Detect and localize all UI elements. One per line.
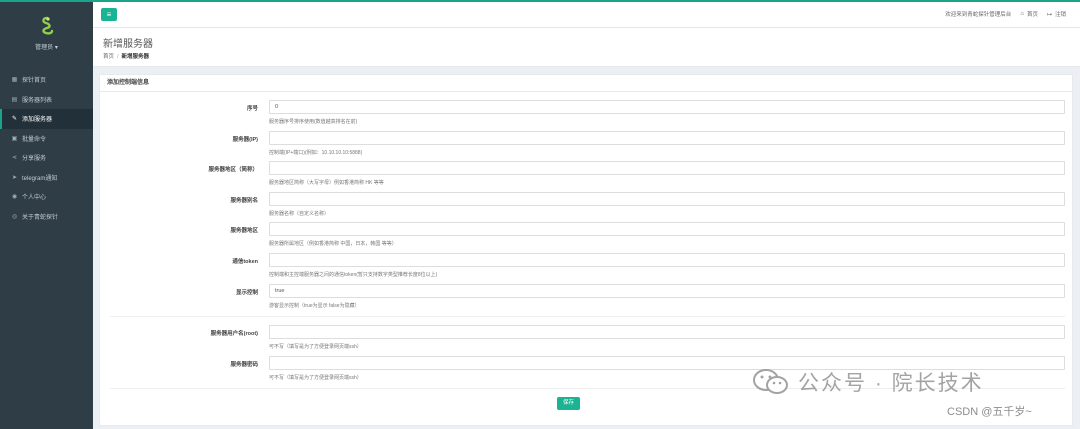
alias-help: 服务器名称（自定义名称） [269,211,330,217]
breadcrumb-current: 新增服务器 [121,54,150,60]
display-input[interactable] [269,284,1065,298]
token-label: 通信token [232,259,258,265]
sidebar-brand: 管理员 ▾ [0,2,93,64]
sidebar-item-label: 分享服务 [22,156,47,163]
sidebar-item-batch-command[interactable]: ▣ 批量命令 [0,129,93,149]
sidebar-item-label: 个人中心 [22,195,47,202]
ip-help: 控制端(IP+端口)(例如：10.10.10.10:5888) [269,150,363,156]
logout-link[interactable]: ↦ 注销 [1046,10,1066,19]
user-icon: ◉ [11,194,18,201]
seq-help: 服务器序号排序使用(数值越高排名在前) [269,119,358,125]
display-label: 显示控制 [235,290,258,296]
panel-title: 添加控制端信息 [100,75,1072,92]
page-title: 新增服务器 [103,39,153,50]
seq-label: 序号 [246,106,258,112]
share-icon: ⋖ [11,155,18,162]
password-help: 可不写（填写是为了方便登录网页端ssh） [269,375,362,381]
display-help: 游客显示控制（true为显示 false为隐藏） [269,303,360,309]
home-link-label: 首页 [1026,12,1038,18]
breadcrumb: 首页 / 新增服务器 [103,52,149,60]
region-help: 服务器所属地区（例如香港简称 中国，日本，韩国 等等） [269,241,397,247]
region-short-label: 服务器地区（简称） [208,167,258,173]
seq-input[interactable] [269,100,1065,114]
sidebar-item-about[interactable]: ◎ 关于青蛇探针 [0,207,93,227]
alias-input[interactable] [269,192,1065,206]
sidebar: 管理员 ▾ ▦ 探针首页 ▤ 服务器列表 ✎ 添加服务器 ▣ 批量命令 ⋖ 分享… [0,0,93,429]
root-user-input[interactable] [269,325,1065,339]
sidebar-item-profile[interactable]: ◉ 个人中心 [0,187,93,207]
terminal-icon: ▣ [11,135,18,142]
menu-toggle-button[interactable]: ≡ [101,8,117,21]
edit-icon: ✎ [11,116,18,123]
sidebar-item-add-server[interactable]: ✎ 添加服务器 [0,109,93,129]
region-label: 服务器地区 [230,228,258,234]
token-input[interactable] [269,253,1065,267]
page-header: 新增服务器 首页 / 新增服务器 [93,28,1080,67]
sidebar-item-server-list[interactable]: ▤ 服务器列表 [0,90,93,110]
root-user-help: 可不写（填写是为了方便登录网页端ssh） [269,344,362,350]
welcome-text: 欢迎来到青蛇探针管理后台 [945,12,1012,18]
server-list-icon: ▤ [11,96,18,103]
sidebar-item-label: 关于青蛇探针 [22,214,59,221]
eye-icon: ◎ [11,213,18,220]
breadcrumb-separator: / [117,54,119,60]
token-help: 控制端和主控端服务器之间的通信token(暂只支持数字类型推荐长度8位以上) [269,272,438,278]
watermark-csdn: CSDN @五千岁~ [947,406,1032,418]
form-divider [110,316,1065,317]
breadcrumb-home[interactable]: 首页 [103,54,114,60]
home-icon: ⌂ [1020,11,1024,17]
logout-link-label: 注销 [1054,12,1066,18]
password-label: 服务器密码 [230,362,258,368]
ip-label: 服务器(IP) [232,137,258,143]
watermark: 公众号 · 院长技术 [752,367,984,397]
dashboard-icon: ▦ [11,77,18,84]
sidebar-item-share[interactable]: ⋖ 分享服务 [0,148,93,168]
alias-label: 服务器别名 [230,198,258,204]
root-user-label: 服务器用户名(root) [210,331,258,337]
ip-input[interactable] [269,131,1065,145]
sidebar-item-telegram[interactable]: ➤ telegram通知 [0,168,93,188]
watermark-text: 公众号 · 院长技术 [798,372,984,395]
sidebar-nav: ▦ 探针首页 ▤ 服务器列表 ✎ 添加服务器 ▣ 批量命令 ⋖ 分享服务 ➤ t… [0,70,93,226]
sidebar-item-label: 服务器列表 [22,97,53,104]
sidebar-item-label: telegram通知 [22,175,58,182]
region-input[interactable] [269,222,1065,236]
user-menu[interactable]: 管理员 ▾ [35,42,58,51]
sidebar-item-label: 批量命令 [22,136,47,143]
sidebar-item-label: 探针首页 [22,78,47,85]
top-navbar: ≡ 欢迎来到青蛇探针管理后台 ⌂ 首页 ↦ 注销 [93,0,1080,28]
snake-logo-icon [41,16,53,35]
wechat-icon [753,369,788,394]
region-short-help: 服务器地区简称（大写字母）例如香港简称 HK 等等 [269,180,384,186]
sidebar-item-label: 添加服务器 [22,117,53,124]
logout-icon: ↦ [1046,11,1052,18]
sidebar-item-dashboard[interactable]: ▦ 探针首页 [0,70,93,90]
top-right-links: 欢迎来到青蛇探针管理后台 ⌂ 首页 ↦ 注销 [945,10,1066,18]
save-button[interactable]: 保存 [557,397,580,410]
region-short-input[interactable] [269,161,1065,175]
send-icon: ➤ [11,174,18,181]
home-link[interactable]: ⌂ 首页 [1020,10,1038,18]
